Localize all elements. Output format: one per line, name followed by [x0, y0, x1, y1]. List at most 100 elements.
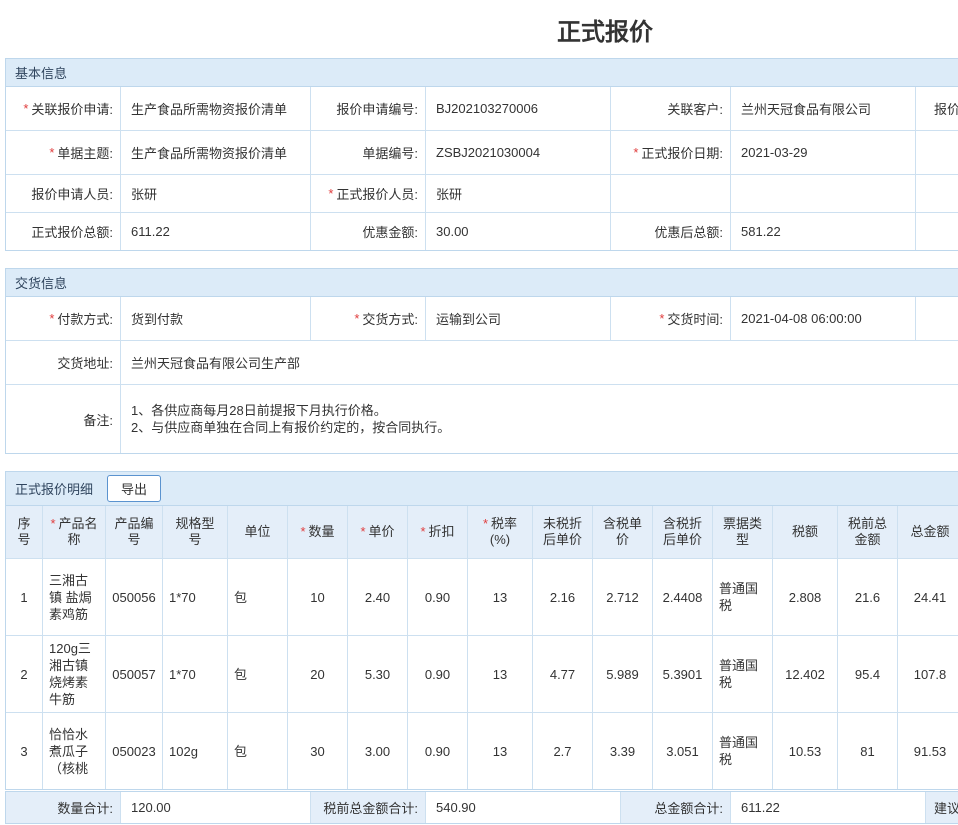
- field-value: 581.22: [731, 213, 916, 250]
- section-basic-info: 基本信息 *关联报价申请: 生产食品所需物资报价清单 报价申请编号: BJ202…: [5, 58, 958, 251]
- field-label: 关联客户:: [611, 87, 731, 130]
- table-cell: 2.16: [533, 559, 593, 635]
- table-cell: 050023: [106, 713, 163, 789]
- section-quote-details: 正式报价明细 导出 序号 *产品名称 产品编号 规格型号 单位 *数量 *单价 …: [5, 471, 958, 790]
- table-cell: 普通国税: [713, 636, 773, 712]
- table-header-cell: 票据类型: [713, 506, 773, 558]
- table-cell: 包: [228, 559, 288, 635]
- required-mark: *: [420, 524, 425, 539]
- table-cell: 3.00: [348, 713, 408, 789]
- total-value: 611.22: [731, 792, 926, 823]
- table-header-cell: 规格型号: [163, 506, 228, 558]
- section-title: 基本信息: [15, 63, 67, 82]
- table-cell: 2.4408: [653, 559, 713, 635]
- export-button[interactable]: 导出: [107, 475, 161, 502]
- table-cell: 三湘古镇 盐焗素鸡筋: [43, 559, 106, 635]
- section-details-header: 正式报价明细 导出: [6, 472, 958, 506]
- table-cell: 包: [228, 713, 288, 789]
- field-label: *正式报价人员:: [311, 175, 426, 212]
- table-cell: 2: [6, 636, 43, 712]
- field-value: 生产食品所需物资报价清单: [121, 131, 311, 174]
- required-mark: *: [354, 311, 359, 326]
- table-cell: 3: [6, 713, 43, 789]
- required-mark: *: [50, 516, 55, 531]
- table-header-cell: 含税折后单价: [653, 506, 713, 558]
- table-header-cell: 总金额: [898, 506, 958, 558]
- table-row: 3 恰恰水煮瓜子（核桃 050023 102g 包 30 3.00 0.90 1…: [6, 713, 958, 789]
- section-delivery-info: 交货信息 *付款方式: 货到付款 *交货方式: 运输到公司 *交货时间: 202…: [5, 268, 958, 454]
- table-cell: 2.808: [773, 559, 838, 635]
- table-cell: 5.30: [348, 636, 408, 712]
- field-value: 1、各供应商每月28日前提报下月执行价格。 2、与供应商单独在合同上有报价约定的…: [121, 385, 958, 453]
- required-mark: *: [360, 524, 365, 539]
- totals-bar: 数量合计: 120.00 税前总金额合计: 540.90 总金额合计: 611.…: [5, 791, 958, 824]
- field-value: 611.22: [121, 213, 311, 250]
- table-cell: 普通国税: [713, 559, 773, 635]
- table-cell: 5.989: [593, 636, 653, 712]
- field-label: [916, 131, 958, 174]
- required-mark: *: [49, 145, 54, 160]
- required-mark: *: [300, 524, 305, 539]
- field-value: 张研: [121, 175, 311, 212]
- table-cell: 10: [288, 559, 348, 635]
- field-label: [611, 175, 731, 212]
- table-row: 2 120g三湘古镇烧烤素牛筋 050057 1*70 包 20 5.30 0.…: [6, 636, 958, 713]
- field-label: *交货时间:: [611, 297, 731, 340]
- table-cell: 1*70: [163, 559, 228, 635]
- table-cell: 10.53: [773, 713, 838, 789]
- table-header-cell: 税前总金额: [838, 506, 898, 558]
- table-cell: 0.90: [408, 559, 468, 635]
- required-mark: *: [483, 516, 488, 531]
- field-label: 报价: [916, 87, 958, 130]
- field-value: BJ202103270006: [426, 87, 611, 130]
- table-header-cell: 含税单价: [593, 506, 653, 558]
- field-label: 备注:: [6, 385, 121, 453]
- total-label: 建议: [926, 792, 958, 823]
- table-header-cell: 单位: [228, 506, 288, 558]
- table-cell: 91.53: [898, 713, 958, 789]
- table-cell: 24.41: [898, 559, 958, 635]
- form-row: 报价申请人员: 张研 *正式报价人员: 张研: [6, 175, 958, 213]
- required-mark: *: [23, 101, 28, 116]
- table-cell: 12.402: [773, 636, 838, 712]
- section-delivery-header: 交货信息: [6, 269, 958, 297]
- table-cell: 5.3901: [653, 636, 713, 712]
- section-title: 正式报价明细: [15, 479, 93, 498]
- field-value: [731, 175, 916, 212]
- table-cell: 3.39: [593, 713, 653, 789]
- table-header-cell: 序号: [6, 506, 43, 558]
- field-label: *交货方式:: [311, 297, 426, 340]
- total-label: 数量合计:: [6, 792, 121, 823]
- field-value: 生产食品所需物资报价清单: [121, 87, 311, 130]
- table-header-cell: *数量: [288, 506, 348, 558]
- field-label: 交货地址:: [6, 341, 121, 384]
- table-header-cell: 税额: [773, 506, 838, 558]
- form-row: *付款方式: 货到付款 *交货方式: 运输到公司 *交货时间: 2021-04-…: [6, 297, 958, 341]
- table-cell: 102g: [163, 713, 228, 789]
- table-cell: 1*70: [163, 636, 228, 712]
- field-value: 货到付款: [121, 297, 311, 340]
- field-label: *关联报价申请:: [6, 87, 121, 130]
- section-basic-info-header: 基本信息: [6, 59, 958, 87]
- field-value: 30.00: [426, 213, 611, 250]
- table-header-cell: 未税折后单价: [533, 506, 593, 558]
- total-value: 540.90: [426, 792, 621, 823]
- field-label: [916, 175, 958, 212]
- table-cell: 30: [288, 713, 348, 789]
- table-cell: 2.7: [533, 713, 593, 789]
- form-row: 交货地址: 兰州天冠食品有限公司生产部: [6, 341, 958, 385]
- table-cell: 20: [288, 636, 348, 712]
- table-cell: 13: [468, 713, 533, 789]
- table-header-cell: *折扣: [408, 506, 468, 558]
- total-value: 120.00: [121, 792, 311, 823]
- field-label: *付款方式:: [6, 297, 121, 340]
- field-value: 兰州天冠食品有限公司: [731, 87, 916, 130]
- table-cell: 81: [838, 713, 898, 789]
- table-cell: 95.4: [838, 636, 898, 712]
- table-cell: 107.8: [898, 636, 958, 712]
- page-title-bar: 正式报价: [0, 0, 958, 58]
- field-label: 报价申请编号:: [311, 87, 426, 130]
- field-label: 单据编号:: [311, 131, 426, 174]
- field-label: 优惠后总额:: [611, 213, 731, 250]
- table-cell: 050057: [106, 636, 163, 712]
